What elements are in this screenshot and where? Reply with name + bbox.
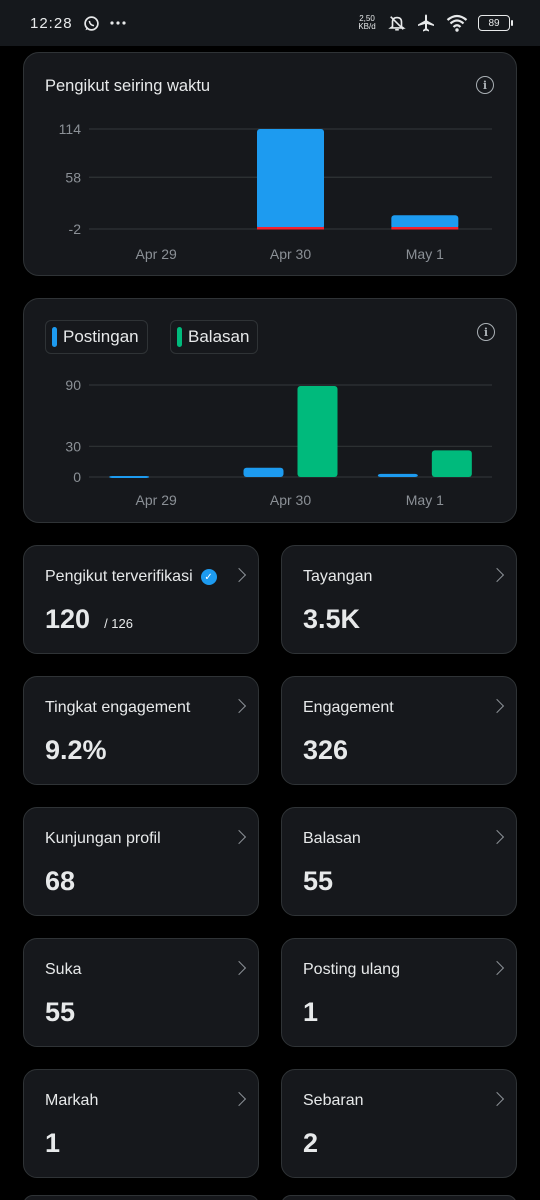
stat-value-text: 2 <box>303 1128 319 1158</box>
bar <box>391 215 459 229</box>
stat-label: Balasan <box>303 830 361 848</box>
stat-card-suka[interactable]: Suka 55 <box>23 938 259 1047</box>
verified-badge-icon: ✓ <box>200 569 217 585</box>
wifi-icon <box>446 14 468 32</box>
stat-value-text: 3.5K <box>303 604 361 634</box>
stat-card-partial[interactable] <box>23 1195 259 1200</box>
stat-label-text: Kunjungan profil <box>45 830 161 847</box>
stat-label-text: Sebaran <box>303 1092 364 1109</box>
stat-value-text: 1 <box>303 997 319 1027</box>
stat-value-text: 9.2% <box>45 735 107 765</box>
y-tick-label: -2 <box>69 221 82 237</box>
x-tick-label: May 1 <box>406 246 444 262</box>
stat-value-text: 55 <box>45 997 76 1027</box>
chevron-right-icon <box>231 698 247 714</box>
chevron-right-icon <box>489 567 505 583</box>
stat-card-partial[interactable] <box>281 1195 517 1200</box>
stat-label-text: Posting ulang <box>303 961 400 978</box>
stat-label: Pengikut terverifikasi ✓ <box>45 568 217 586</box>
stat-value: 68 <box>45 866 75 897</box>
battery-icon: 89 <box>478 15 513 31</box>
stat-value: 9.2% <box>45 735 107 766</box>
stat-value: 326 <box>303 735 348 766</box>
stat-label: Sebaran <box>303 1092 364 1110</box>
bar-baseline-marker <box>257 227 324 230</box>
status-bar: 12:28 2,50 KB/d 89 <box>0 0 540 46</box>
chevron-right-icon <box>231 829 247 845</box>
bell-off-icon <box>388 16 406 31</box>
clock: 12:28 <box>30 14 73 32</box>
stat-card-pengikut-terverifikasi[interactable]: Pengikut terverifikasi ✓ 120 / 126 <box>23 545 259 654</box>
bar-balasan <box>431 450 472 477</box>
stat-label: Engagement <box>303 699 394 717</box>
y-tick-label: 114 <box>59 121 82 137</box>
stat-label: Markah <box>45 1092 98 1110</box>
stat-value-text: 120 <box>45 604 91 634</box>
stat-label-text: Suka <box>45 961 82 978</box>
stat-label: Suka <box>45 961 81 979</box>
bar-balasan <box>297 386 338 477</box>
x-tick-label: Apr 30 <box>270 246 311 262</box>
stat-card-balasan[interactable]: Balasan 55 <box>281 807 517 916</box>
chevron-right-icon <box>231 960 247 976</box>
stat-label: Tayangan <box>303 568 372 586</box>
more-dots-icon <box>109 21 126 25</box>
net-speed: 2,50 KB/d <box>358 14 376 31</box>
chevron-right-icon <box>489 1091 505 1107</box>
stat-value-text: 326 <box>303 735 349 765</box>
stat-label: Posting ulang <box>303 961 400 979</box>
y-tick-label: 0 <box>73 469 81 485</box>
stat-value-text: 68 <box>45 866 76 896</box>
stat-value: 2 <box>303 1128 318 1159</box>
x-tick-label: Apr 30 <box>270 492 311 508</box>
stat-card-tayangan[interactable]: Tayangan 3.5K <box>281 545 517 654</box>
chevron-right-icon <box>489 829 505 845</box>
stat-value: 55 <box>45 997 75 1028</box>
bar-postingan <box>377 473 418 477</box>
stat-label-text: Tingkat engagement <box>45 699 191 716</box>
airplane-icon <box>418 14 434 32</box>
stat-label-text: Markah <box>45 1092 99 1109</box>
whatsapp-icon <box>83 15 99 31</box>
x-tick-label: Apr 29 <box>136 492 177 508</box>
x-tick-label: Apr 29 <box>136 246 177 262</box>
stat-value-total: / 126 <box>104 616 133 631</box>
stat-label-text: Engagement <box>303 699 394 716</box>
bar-postingan <box>243 467 284 477</box>
stat-label-text: Tayangan <box>303 568 373 585</box>
stat-value: 1 <box>45 1128 60 1159</box>
y-tick-label: 30 <box>65 438 81 454</box>
stat-card-markah[interactable]: Markah 1 <box>23 1069 259 1178</box>
stat-label-text: Balasan <box>303 830 361 847</box>
stat-card-sebaran[interactable]: Sebaran 2 <box>281 1069 517 1178</box>
stat-value: 55 <box>303 866 333 897</box>
bar-postingan <box>109 475 150 478</box>
stat-card-kunjungan-profil[interactable]: Kunjungan profil 68 <box>23 807 259 916</box>
chevron-right-icon <box>231 567 247 583</box>
stat-value-text: 55 <box>303 866 334 896</box>
followers-chart-card: Pengikut seiring waktu i 114 58 -2 Apr 29 Ap… <box>23 52 517 276</box>
stat-card-posting-ulang[interactable]: Posting ulang 1 <box>281 938 517 1047</box>
stat-label-text: Pengikut terverifikasi <box>45 568 193 585</box>
stat-card-engagement[interactable]: Engagement 326 <box>281 676 517 785</box>
x-tick-label: May 1 <box>406 492 444 508</box>
stat-label: Tingkat engagement <box>45 699 190 717</box>
stat-value: 3.5K <box>303 604 360 635</box>
followers-bar-chart: 114 58 -2 Apr 29 Apr 30 May 1 <box>59 121 492 262</box>
posts-replies-bar-chart: 90 30 0 Apr 29 Apr 30 May 1 <box>65 377 492 508</box>
y-tick-label: 90 <box>65 377 81 393</box>
stat-label: Kunjungan profil <box>45 830 161 848</box>
stat-value: 120 / 126 <box>45 604 133 635</box>
stat-value: 1 <box>303 997 318 1028</box>
bar-baseline-marker <box>391 227 459 230</box>
chevron-right-icon <box>489 960 505 976</box>
stat-value-text: 1 <box>45 1128 61 1158</box>
chevron-right-icon <box>489 698 505 714</box>
chevron-right-icon <box>231 1091 247 1107</box>
stat-card-tingkat-engagement[interactable]: Tingkat engagement 9.2% <box>23 676 259 785</box>
y-tick-label: 58 <box>65 169 81 185</box>
posts-replies-chart-card: Postingan Balasan i 90 30 0 Apr 29 Apr 30 May… <box>23 298 517 523</box>
bar <box>257 129 324 229</box>
